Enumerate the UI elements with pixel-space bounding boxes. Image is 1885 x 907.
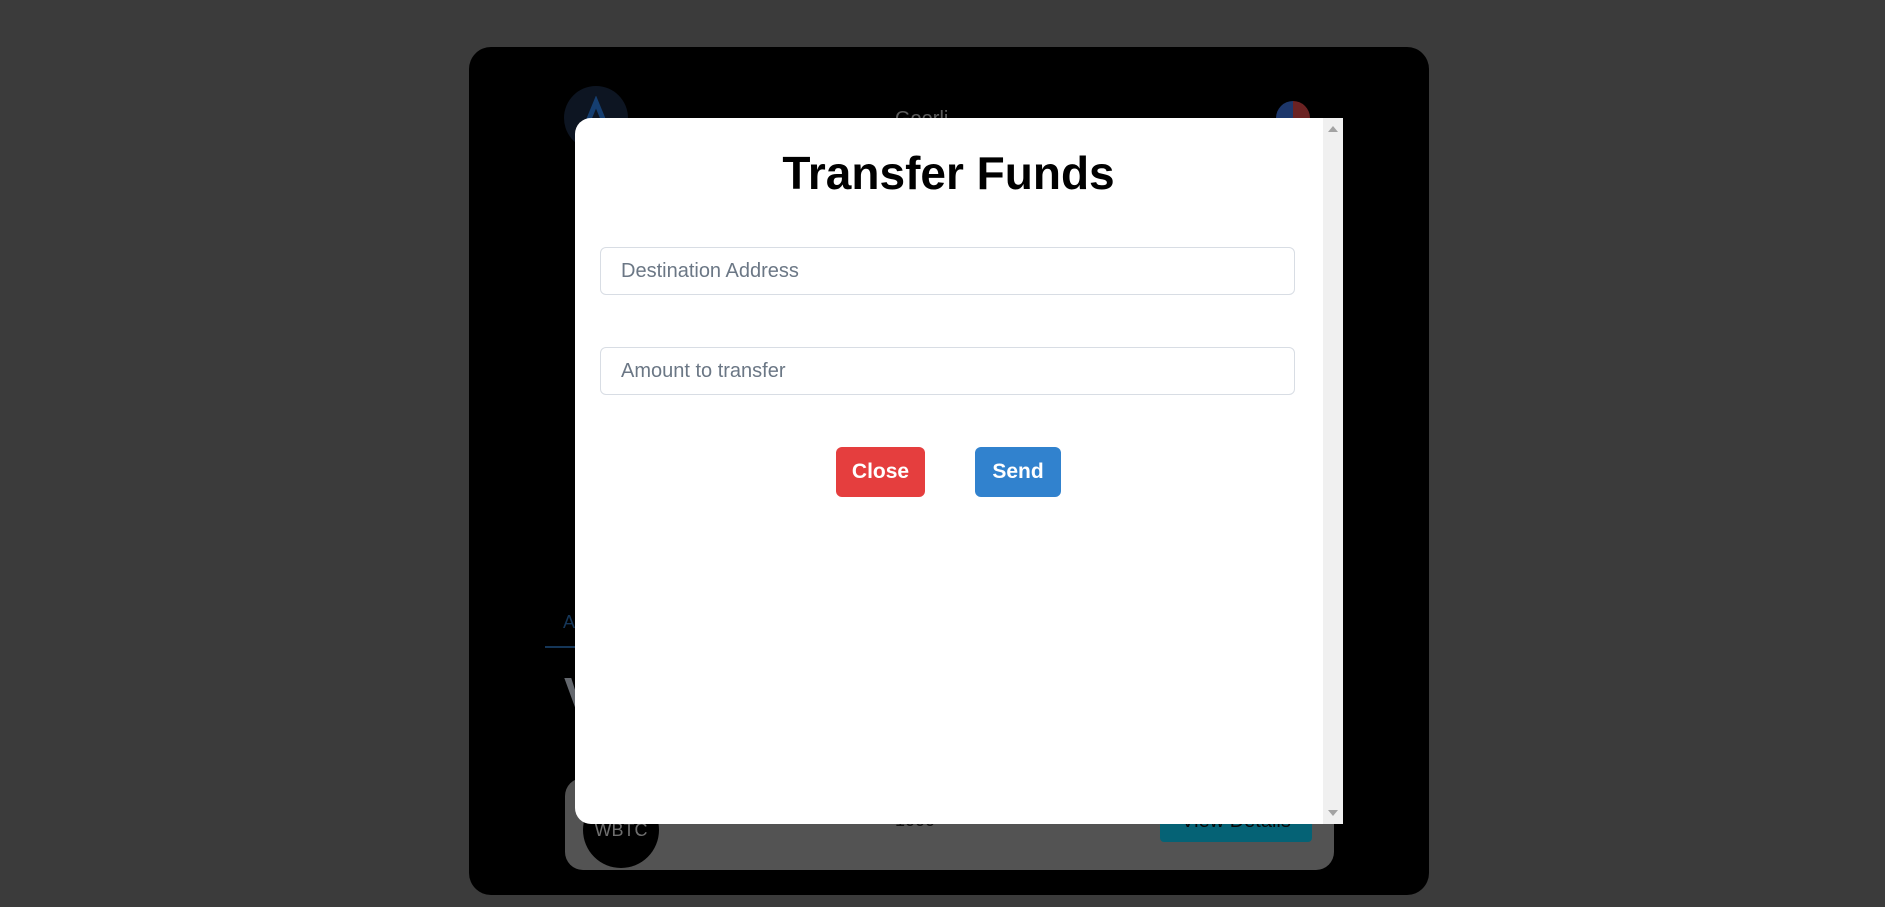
close-button[interactable]: Close [836, 447, 925, 497]
modal-title: Transfer Funds [782, 147, 1115, 199]
amount-input[interactable] [600, 347, 1295, 395]
modal-scrollbar[interactable] [1323, 118, 1343, 824]
destination-address-input[interactable] [600, 247, 1295, 295]
transfer-funds-modal: Transfer Funds Close Send [575, 118, 1343, 824]
scroll-up-icon[interactable] [1328, 126, 1338, 132]
scroll-down-icon[interactable] [1328, 810, 1338, 816]
send-button[interactable]: Send [975, 447, 1061, 497]
